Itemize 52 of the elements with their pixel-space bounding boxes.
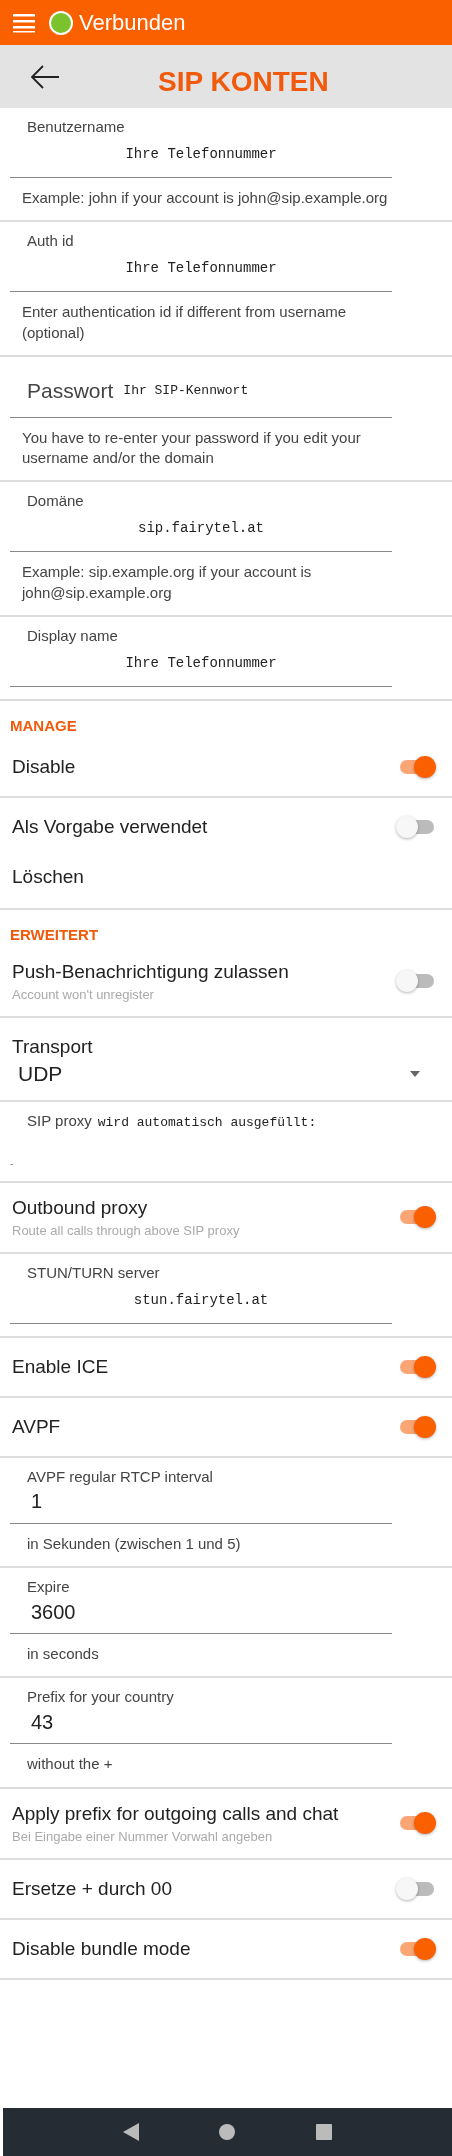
- recents-square-icon[interactable]: [315, 2124, 332, 2140]
- connection-status-dot: [49, 10, 73, 35]
- field-hint: Example: sip.example.org if your account is john@sip.example.org: [22, 562, 313, 603]
- field-hint: in Sekunden (zwischen 1 und 5): [27, 1533, 242, 1554]
- delete-action[interactable]: Löschen: [0, 855, 452, 908]
- input-field[interactable]: 43: [10, 1705, 392, 1745]
- field-value: -: [10, 1157, 15, 1169]
- setting-label: Als Vorgabe verwendet: [12, 815, 208, 838]
- home-circle-icon[interactable]: [219, 2124, 236, 2140]
- field-label: Domäne: [27, 492, 85, 510]
- field-label: STUN/TURN server: [27, 1263, 161, 1281]
- menu-icon[interactable]: [13, 12, 35, 33]
- setting-label: Transport: [12, 1035, 94, 1058]
- input-field[interactable]: sip.fairytel.at: [10, 509, 392, 553]
- field-label: Auth id: [27, 232, 75, 250]
- input-field[interactable]: Passwort Ihr SIP-Kennwort: [10, 378, 392, 418]
- field-hint: in seconds: [27, 1644, 100, 1664]
- setting-description: Route all calls through above SIP proxy: [12, 1222, 240, 1238]
- field-hint: Enter authentication id if different from username (optional): [22, 302, 348, 343]
- field-label: Expire: [27, 1578, 71, 1595]
- field-label: AVPF regular RTCP interval: [27, 1467, 214, 1485]
- field-hint: without the +: [27, 1754, 114, 1775]
- section-heading: ERWEITERT: [9, 924, 100, 945]
- back-triangle-icon[interactable]: [123, 2123, 140, 2141]
- section-heading: MANAGE: [9, 715, 78, 736]
- input-field[interactable]: Ihre Telefonnummer: [10, 643, 392, 687]
- setting-label: Ersetze + durch 00: [12, 1877, 172, 1900]
- input-field[interactable]: SIP proxy wird automatisch ausgefüllt:: [27, 1111, 452, 1130]
- setting-label: Disable bundle mode: [12, 1937, 191, 1960]
- field-label: Display name: [27, 626, 119, 644]
- setting-label: Disable: [12, 755, 76, 778]
- field-label: Benutzername: [27, 118, 126, 135]
- setting-description: Bei Eingabe einer Nummer Vorwahl angeben: [12, 1828, 274, 1844]
- input-field[interactable]: 3600: [10, 1595, 392, 1634]
- field-hint: Example: john if your account is john@sip.example.org: [22, 188, 389, 208]
- input-field[interactable]: Ihre Telefonnummer: [10, 249, 392, 293]
- input-field[interactable]: Ihre Telefonnummer: [10, 135, 392, 178]
- setting-label: Outbound proxy: [12, 1196, 149, 1219]
- setting-label: Apply prefix for outgoing calls and chat: [12, 1802, 339, 1825]
- setting-label: Enable ICE: [12, 1355, 109, 1378]
- status-text: Verbunden: [79, 9, 186, 36]
- field-label: Prefix for your country: [27, 1688, 175, 1706]
- input-field[interactable]: stun.fairytel.at: [10, 1280, 392, 1324]
- caret-icon: [410, 1070, 420, 1077]
- field-hint: You have to re-enter your password if you edit your username and/or the domain: [22, 427, 362, 468]
- page-title: SIP KONTEN: [158, 65, 329, 98]
- setting-description: Account won't unregister: [12, 986, 155, 1002]
- setting-label: AVPF: [12, 1415, 61, 1438]
- input-field[interactable]: 1: [10, 1484, 392, 1524]
- back-arrow-icon[interactable]: [30, 63, 60, 90]
- transport-dropdown[interactable]: UDP: [12, 1057, 452, 1090]
- setting-label: Push-Benachrichtigung zulassen: [12, 960, 289, 983]
